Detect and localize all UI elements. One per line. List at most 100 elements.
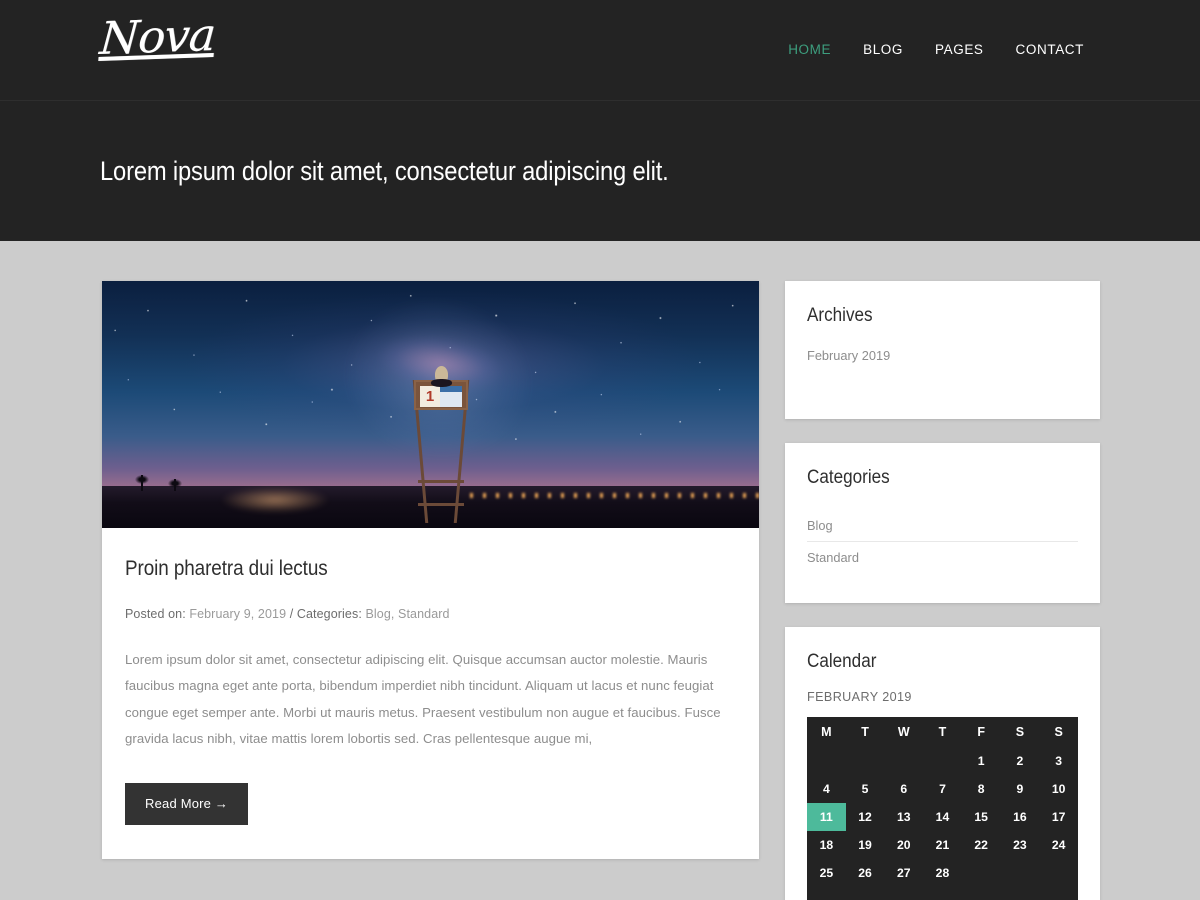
read-more-button[interactable]: Read More → bbox=[125, 782, 249, 825]
list-item: Blog bbox=[807, 510, 1078, 541]
calendar-day[interactable]: 19 bbox=[846, 831, 885, 859]
site-header: Nova HOME BLOG PAGES CONTACT bbox=[0, 0, 1200, 101]
calendar-day[interactable]: 28 bbox=[923, 859, 962, 887]
calendar-day[interactable]: 23 bbox=[1001, 831, 1040, 859]
nav-item-pages[interactable]: PAGES bbox=[919, 41, 1000, 59]
main-navigation: HOME BLOG PAGES CONTACT bbox=[772, 41, 1100, 59]
calendar-week-row: 25 26 27 28 bbox=[807, 859, 1078, 887]
calendar-day-empty bbox=[1001, 859, 1040, 887]
calendar-day[interactable]: 27 bbox=[884, 859, 923, 887]
calendar-day[interactable]: 7 bbox=[923, 775, 962, 803]
calendar-day[interactable]: 8 bbox=[962, 775, 1001, 803]
nav-item-home[interactable]: HOME bbox=[772, 41, 847, 59]
calendar-weekday: F bbox=[977, 725, 985, 739]
calendar-day[interactable]: 25 bbox=[807, 859, 846, 887]
post-list: 1 Proin pharetra dui lectus Posted on: F… bbox=[102, 281, 759, 900]
nav-item-contact[interactable]: CONTACT bbox=[1000, 41, 1100, 59]
post-meta: Posted on: February 9, 2019 / Categories… bbox=[125, 607, 736, 621]
calendar-week-row: 4 5 6 7 8 9 10 bbox=[807, 775, 1078, 803]
post-meta-categories-label: Categories: bbox=[296, 607, 362, 621]
post-card: 1 Proin pharetra dui lectus Posted on: F… bbox=[102, 281, 759, 859]
calendar-day[interactable]: 2 bbox=[1001, 747, 1040, 775]
calendar-table: M T W T F S S 1 2 3 4 5 6 7 8 9 10 11 12 13 14 15 16 17 1… bbox=[807, 717, 1078, 900]
calendar-weekday: W bbox=[897, 725, 910, 739]
calendar-day[interactable]: 12 bbox=[846, 803, 885, 831]
calendar-day-empty bbox=[1039, 859, 1078, 887]
lifeguard-tower-icon: 1 bbox=[414, 365, 469, 523]
distant-lights-icon bbox=[469, 493, 759, 499]
calendar-weekday: S bbox=[1054, 725, 1063, 739]
calendar-weekday: M bbox=[821, 725, 832, 739]
category-link[interactable]: Blog bbox=[807, 518, 833, 533]
tree-silhouette-icon bbox=[168, 478, 183, 491]
calendar-day[interactable]: 9 bbox=[1001, 775, 1040, 803]
post-meta-separator: / bbox=[289, 607, 294, 621]
archives-list: February 2019 bbox=[807, 348, 1078, 371]
calendar-day-today[interactable]: 11 bbox=[807, 803, 846, 831]
calendar-day[interactable]: 15 bbox=[962, 803, 1001, 831]
calendar-pad-row bbox=[807, 887, 1078, 900]
post-meta-date[interactable]: February 9, 2019 bbox=[189, 607, 286, 621]
widget-archives: Archives February 2019 bbox=[785, 281, 1100, 419]
calendar-day[interactable]: 4 bbox=[807, 775, 846, 803]
calendar-weekday: S bbox=[1015, 725, 1025, 739]
tower-rail bbox=[418, 480, 465, 483]
tower-rail bbox=[418, 503, 465, 506]
calendar-day-empty bbox=[962, 859, 1001, 887]
site-logo[interactable]: Nova bbox=[98, 8, 217, 65]
calendar-day[interactable]: 6 bbox=[884, 775, 923, 803]
calendar-pad-cell bbox=[807, 887, 1078, 900]
widget-archives-title: Archives bbox=[807, 305, 873, 326]
calendar-day[interactable]: 14 bbox=[923, 803, 962, 831]
calendar-weekday-row: M T W T F S S bbox=[807, 717, 1078, 747]
page-title: Lorem ipsum dolor sit amet, consectetur … bbox=[100, 155, 669, 186]
calendar-body: 1 2 3 4 5 6 7 8 9 10 11 12 13 14 15 16 17 18 19 20 21 22 23 24 2… bbox=[807, 747, 1078, 900]
widget-calendar-title: Calendar bbox=[807, 651, 877, 672]
calendar-day[interactable]: 13 bbox=[884, 803, 923, 831]
post-meta-posted-label: Posted on: bbox=[125, 607, 186, 621]
widget-calendar: Calendar FEBRUARY 2019 M T W T F S S 123… bbox=[785, 627, 1100, 900]
sidebar: Archives February 2019 Categories Blog S… bbox=[785, 281, 1100, 900]
list-item: Standard bbox=[807, 541, 1078, 573]
calendar-week-row: 18 19 20 21 22 23 24 bbox=[807, 831, 1078, 859]
calendar-day-empty bbox=[846, 747, 885, 775]
nav-item-blog[interactable]: BLOG bbox=[847, 41, 919, 59]
calendar-day[interactable]: 10 bbox=[1039, 775, 1078, 803]
calendar-day[interactable]: 22 bbox=[962, 831, 1001, 859]
calendar-week-row: 123 bbox=[807, 747, 1078, 775]
tree-silhouette-icon bbox=[135, 474, 150, 491]
ground-glow-icon bbox=[220, 487, 331, 514]
list-item: February 2019 bbox=[807, 348, 1078, 371]
post-excerpt: Lorem ipsum dolor sit amet, consectetur … bbox=[125, 652, 721, 747]
tower-sign-board bbox=[440, 385, 463, 407]
categories-list: Blog Standard bbox=[807, 510, 1078, 573]
calendar-day[interactable]: 1 bbox=[962, 747, 1001, 775]
post-title[interactable]: Proin pharetra dui lectus bbox=[125, 557, 675, 581]
calendar-day-empty bbox=[807, 747, 846, 775]
calendar-day[interactable]: 21 bbox=[923, 831, 962, 859]
page-layout: 1 Proin pharetra dui lectus Posted on: F… bbox=[0, 241, 1200, 900]
calendar-weekday: T bbox=[938, 725, 947, 739]
calendar-day[interactable]: 24 bbox=[1039, 831, 1078, 859]
person-silhouette-icon bbox=[431, 365, 453, 387]
page-title-band: Lorem ipsum dolor sit amet, consectetur … bbox=[0, 101, 1200, 241]
tower-sign-number: 1 bbox=[420, 385, 441, 407]
calendar-weekday: T bbox=[861, 725, 869, 739]
calendar-day[interactable]: 18 bbox=[807, 831, 846, 859]
post-featured-image[interactable]: 1 bbox=[102, 281, 759, 528]
calendar-day[interactable]: 5 bbox=[846, 775, 885, 803]
calendar-day[interactable]: 17 bbox=[1039, 803, 1078, 831]
calendar-day-empty bbox=[923, 747, 962, 775]
calendar-caption: FEBRUARY 2019 bbox=[807, 690, 912, 704]
category-link[interactable]: Standard bbox=[807, 550, 859, 565]
calendar-day-empty bbox=[884, 747, 923, 775]
calendar-day[interactable]: 26 bbox=[846, 859, 885, 887]
post-body: Proin pharetra dui lectus Posted on: Feb… bbox=[102, 528, 759, 859]
calendar-day[interactable]: 16 bbox=[1001, 803, 1040, 831]
calendar-day[interactable]: 20 bbox=[884, 831, 923, 859]
calendar-day[interactable]: 3 bbox=[1039, 747, 1078, 775]
archive-link[interactable]: February 2019 bbox=[807, 348, 890, 363]
widget-categories: Categories Blog Standard bbox=[785, 443, 1100, 603]
post-meta-categories[interactable]: Blog, Standard bbox=[365, 607, 449, 621]
calendar-week-row: 11 12 13 14 15 16 17 bbox=[807, 803, 1078, 831]
